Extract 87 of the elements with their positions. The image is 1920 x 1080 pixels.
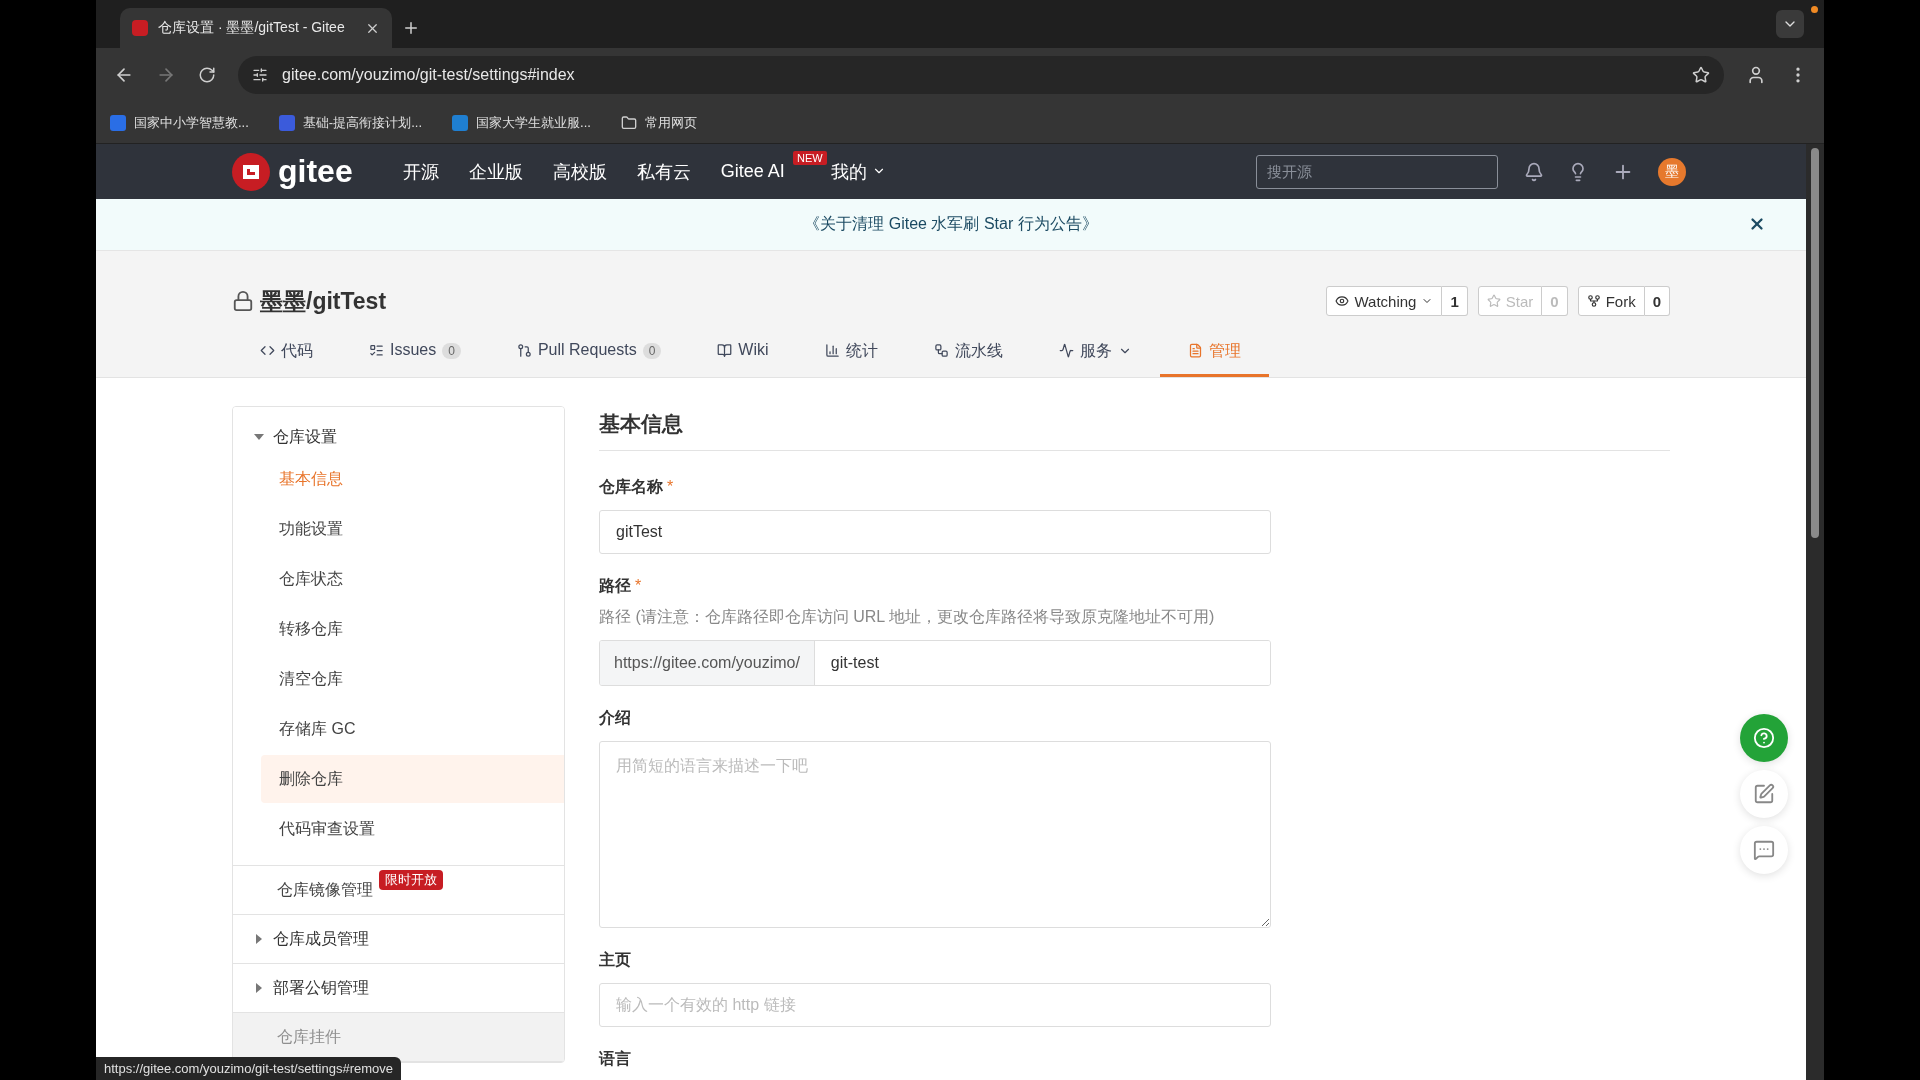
- section-title: 基本信息: [599, 406, 1670, 451]
- pull-request-icon: [516, 343, 532, 358]
- chat-icon: [1753, 839, 1775, 861]
- new-badge: NEW: [793, 151, 827, 165]
- nav-link[interactable]: 企业版: [468, 159, 523, 184]
- required-mark: *: [667, 478, 674, 495]
- fork-icon: [1586, 294, 1601, 308]
- sidebar-item[interactable]: 存储库 GC: [261, 705, 564, 753]
- sidebar-item[interactable]: 代码审查设置: [261, 805, 564, 853]
- edit-icon: [1753, 783, 1775, 805]
- search-field[interactable]: 搜开源: [1256, 154, 1498, 189]
- count-label: 0: [1542, 286, 1568, 316]
- code-icon: [260, 343, 275, 358]
- bookmark-item[interactable]: 常用网页: [620, 113, 697, 132]
- field-hint: 路径 (请注意：仓库路径即仓库访问 URL 地址，更改仓库路径将导致原克隆地址不可用): [599, 607, 1216, 627]
- field-label: 仓库名称 *: [599, 477, 675, 497]
- browser-tab[interactable]: 仓库设置 · 墨墨/gitTest - Gitee: [120, 8, 392, 48]
- site-icon: [110, 114, 126, 131]
- bar-chart-icon: [824, 343, 840, 358]
- fork-button[interactable]: Fork: [1577, 286, 1645, 316]
- repo-tab[interactable]: 统计: [796, 341, 906, 377]
- folder-icon: [620, 114, 637, 131]
- repo-title[interactable]: 墨墨/gitTest: [260, 285, 387, 317]
- pulse-icon: [1058, 343, 1074, 358]
- input-field[interactable]: gitTest: [599, 510, 1271, 554]
- sidebar-group[interactable]: 部署公钥管理: [233, 972, 564, 1004]
- nav-link[interactable]: 私有云: [636, 159, 691, 184]
- logo-icon: [232, 152, 270, 191]
- limited-badge: 限时开放: [379, 870, 443, 890]
- repo-tab[interactable]: 服务: [1030, 341, 1160, 377]
- sidebar-group[interactable]: 仓库设置: [233, 421, 564, 453]
- sidebar-item[interactable]: 删除仓库: [261, 755, 564, 803]
- sidebar-group[interactable]: 仓库成员管理: [233, 923, 564, 955]
- pipeline-icon: [933, 343, 949, 358]
- bookmark-star-icon[interactable]: [1692, 66, 1710, 84]
- address-bar[interactable]: gitee.com/youzimo/git-test/settings#index: [238, 56, 1724, 94]
- close-icon[interactable]: [1748, 215, 1766, 233]
- sidebar-item[interactable]: 功能设置: [261, 505, 564, 553]
- brand-name[interactable]: gitee: [278, 153, 353, 190]
- list-icon: [369, 343, 384, 358]
- chat-button[interactable]: [1740, 826, 1788, 874]
- repo-tab[interactable]: 流水线: [905, 341, 1031, 377]
- repo-tab[interactable]: Issues 0: [341, 341, 489, 377]
- help-button[interactable]: [1740, 714, 1788, 762]
- notification-dot: [1811, 6, 1818, 13]
- book-icon: [717, 343, 733, 358]
- status-url: https://gitee.com/youzimo/git-test/settings#remove: [96, 1057, 401, 1080]
- count-label: 1: [1442, 286, 1468, 316]
- mine-menu[interactable]: 我的: [830, 159, 886, 184]
- eye-icon: [1335, 294, 1350, 308]
- bookmark-item[interactable]: 国家大学生就业服...: [452, 113, 591, 132]
- watch-button[interactable]: Watching: [1326, 286, 1443, 316]
- repo-tab[interactable]: 代码: [232, 341, 341, 377]
- new-tab-icon[interactable]: [402, 19, 420, 37]
- sidebar-item[interactable]: 转移仓库: [261, 605, 564, 653]
- tab-search-button[interactable]: [1776, 10, 1804, 38]
- field-label: 语言: [599, 1049, 632, 1069]
- help-icon: [1753, 727, 1775, 749]
- site-icon: [278, 114, 295, 131]
- sidebar-item[interactable]: 仓库镜像管理 限时开放: [233, 866, 564, 914]
- count-badge: 0: [442, 343, 461, 359]
- field-label: 主页: [599, 950, 632, 970]
- field-label: 路径 *: [599, 576, 643, 596]
- repo-tab[interactable]: Pull Requests 0: [488, 341, 690, 377]
- bookmark-item[interactable]: 国家中小学智慧教...: [110, 113, 249, 132]
- announcement-link[interactable]: 《关于清理 Gitee 水军刷 Star 行为公告》: [804, 214, 1098, 235]
- repo-tab[interactable]: Wiki: [689, 341, 797, 377]
- star-icon: [1486, 294, 1501, 308]
- required-mark: *: [635, 577, 642, 594]
- scrollbar-thumb[interactable]: [1811, 148, 1819, 538]
- edit-button[interactable]: [1740, 770, 1788, 818]
- site-info-icon[interactable]: [252, 67, 268, 83]
- count-label: 0: [1644, 286, 1670, 316]
- site-icon: [452, 114, 468, 131]
- field-label: 介绍: [599, 708, 632, 728]
- document-icon: [1187, 343, 1203, 358]
- favicon-icon: [132, 20, 148, 36]
- bookmark-item[interactable]: 基础-提高衔接计划...: [278, 113, 422, 132]
- bell-icon[interactable]: [1524, 161, 1544, 182]
- nav-link[interactable]: 高校版: [552, 159, 607, 184]
- reload-icon[interactable]: [198, 66, 216, 84]
- nav-link[interactable]: 开源: [402, 159, 439, 184]
- sidebar-item[interactable]: 仓库状态: [261, 555, 564, 603]
- sidebar-item[interactable]: 清空仓库: [261, 655, 564, 703]
- count-badge: 0: [642, 343, 662, 359]
- path-field[interactable]: https://gitee.com/youzimo/ git-test: [599, 640, 1271, 686]
- profile-icon[interactable]: [1746, 65, 1766, 85]
